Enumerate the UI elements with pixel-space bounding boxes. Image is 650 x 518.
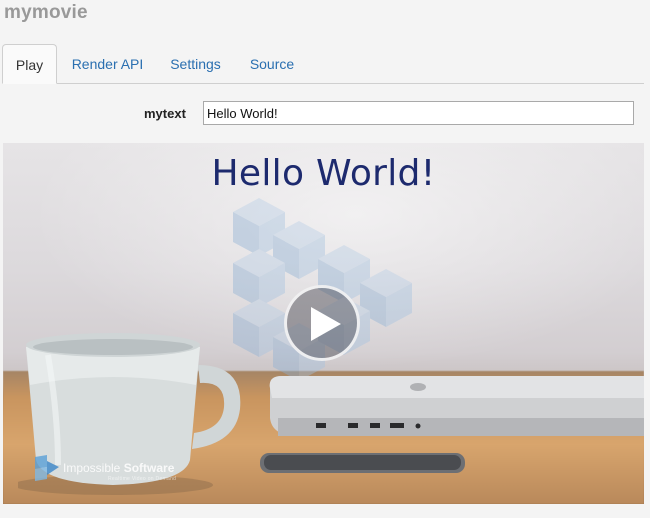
video-player[interactable]: Hello World! Impossible Software Realtim…	[3, 143, 644, 504]
tab-bar: Play Render API Settings Source	[2, 44, 644, 84]
impossible-logo-icon	[35, 455, 59, 481]
app-title: mymovie	[4, 2, 88, 23]
tab-source[interactable]: Source	[241, 44, 303, 82]
play-button[interactable]	[284, 285, 360, 361]
play-icon	[311, 307, 341, 341]
tab-settings[interactable]: Settings	[162, 44, 229, 82]
mytext-input[interactable]	[203, 101, 634, 125]
mytext-label: mytext	[144, 106, 186, 121]
logo-tagline: Realtime Video on Demand	[108, 476, 177, 482]
logo-wordmark-bold: Software	[123, 461, 175, 475]
video-headline: Hello World!	[211, 153, 436, 194]
logo-wordmark: Impossible Software	[63, 461, 174, 475]
laptop-image	[269, 376, 644, 436]
logo-wordmark-light: Impossible	[63, 461, 124, 475]
tab-render-api[interactable]: Render API	[65, 44, 150, 82]
phone-image	[260, 453, 465, 473]
tab-play[interactable]: Play	[2, 44, 57, 84]
